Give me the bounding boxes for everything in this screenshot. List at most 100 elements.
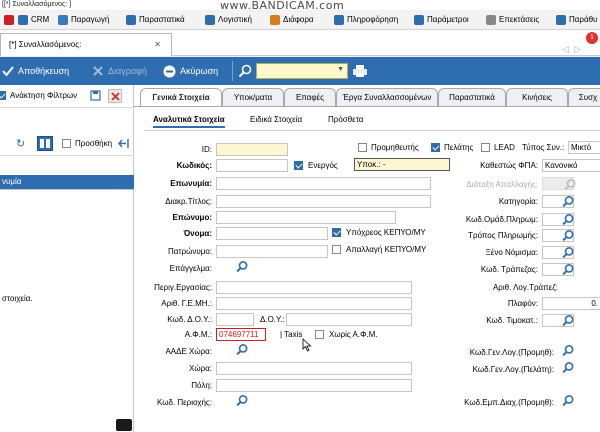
save-filter-icon[interactable]: [90, 90, 101, 101]
menu-item-info[interactable]: Πληροφόρηση: [334, 13, 398, 27]
tab-branches[interactable]: Υποκ/ματα: [222, 88, 284, 106]
gl-supplier-search-icon[interactable]: [560, 344, 576, 357]
doy-code-label: Κωδ. Δ.Ο.Υ.:: [167, 315, 212, 324]
search-icon[interactable]: [238, 64, 252, 78]
tab-general[interactable]: Γενικά Στοιχεία: [140, 88, 222, 106]
kepyo-exempt-checkbox[interactable]: [332, 245, 341, 254]
clear-filter-button[interactable]: [108, 89, 122, 103]
kepyo-subject-checkbox[interactable]: [332, 228, 341, 237]
branch-field[interactable]: Υποκ.: -: [354, 158, 450, 171]
vat-field[interactable]: Κανονικό: [542, 159, 600, 172]
tab-relations[interactable]: Συσχ: [568, 88, 600, 106]
title-label: Διακρ.Τίτλος:: [165, 197, 212, 206]
area-search-icon[interactable]: [234, 394, 250, 407]
menu-item-misc[interactable]: Διάφορα: [270, 13, 314, 27]
cancel-button[interactable]: Ακύρωση: [163, 57, 218, 85]
afm-field[interactable]: 074697711: [216, 328, 266, 341]
save-button[interactable]: Αποθήκευση: [2, 57, 69, 85]
title-field[interactable]: [216, 195, 431, 208]
active-checkbox[interactable]: [294, 161, 303, 170]
menu-item-windows[interactable]: Παράθυ: [556, 13, 597, 27]
add-checkbox[interactable]: [62, 139, 71, 148]
supplier-checkbox[interactable]: [358, 143, 367, 152]
close-icon[interactable]: ✕: [154, 34, 161, 56]
list-divider: [0, 189, 134, 190]
firstname-label: Όνομα:: [183, 229, 212, 238]
kepyo-exempt-label: Απαλλαγή ΚΕΠΥΟ/ΜΥ: [346, 245, 427, 254]
bank-search-icon[interactable]: [560, 263, 576, 276]
doy-field[interactable]: [286, 313, 412, 326]
active-label: Ενεργός: [308, 161, 338, 170]
inner-tab-analytic[interactable]: Αναλυτικά Στοιχεία: [153, 115, 225, 128]
price-search-icon[interactable]: [560, 314, 576, 327]
windows-icon: [556, 15, 566, 25]
tab-projects[interactable]: Έργα Συναλλασσομένων: [336, 88, 438, 106]
bank-account-label: Αριθ. Λογ.Τράπεζ:: [492, 283, 558, 292]
menu-item-parameters[interactable]: Παράμετροι: [414, 13, 469, 27]
collapse-panel-icon[interactable]: [118, 138, 130, 149]
menu-item-home[interactable]: [4, 13, 17, 27]
inner-tab-special[interactable]: Ειδικά Στοιχεία: [250, 115, 302, 124]
customer-checkbox[interactable]: [431, 143, 440, 152]
lead-checkbox[interactable]: [481, 143, 490, 152]
currency-search-icon[interactable]: [560, 246, 576, 259]
father-field[interactable]: [216, 245, 328, 258]
menu-item-documents[interactable]: Παραστατικά: [126, 13, 185, 27]
left-panel: Ανάκτηση Φίλτρων ↻ Προσθήκη νυμία στοιχε…: [0, 85, 134, 432]
menu-item-accounting[interactable]: Λογιστική: [205, 13, 252, 27]
tab-contacts[interactable]: Επαφές: [284, 88, 336, 106]
menu-item-crm[interactable]: CRM: [18, 13, 49, 27]
list-icon: [40, 139, 50, 148]
firstname-field[interactable]: [216, 227, 328, 240]
gemi-label: Αριθ. Γ.Ε.ΜΗ.:: [161, 299, 212, 308]
category-search-icon[interactable]: [560, 195, 576, 208]
surname-label: Επώνυμο:: [172, 213, 212, 222]
city-field[interactable]: [216, 379, 412, 392]
code-field[interactable]: [216, 159, 288, 172]
main-panel: Γενικά Στοιχεία Υποκ/ματα Επαφές Έργα Συ…: [134, 85, 600, 432]
delete-button[interactable]: Διαγραφή: [92, 57, 147, 85]
search-combo[interactable]: ▼: [256, 63, 348, 79]
gl-trade-search-icon[interactable]: [560, 394, 576, 407]
gl-customer-search-icon[interactable]: [560, 361, 576, 374]
document-tab[interactable]: [*] Συναλλασόμενος: ✕: [0, 33, 172, 56]
gemi-field[interactable]: [216, 297, 412, 310]
list-view-button[interactable]: [37, 136, 53, 151]
name-field[interactable]: [216, 177, 431, 190]
aade-search-icon[interactable]: [234, 343, 250, 356]
type-field[interactable]: Μικτό: [568, 141, 600, 154]
payment-method-search-icon[interactable]: [560, 229, 576, 242]
inner-tab-extra[interactable]: Πρόσθετα: [328, 115, 363, 124]
menu-item-production[interactable]: Παραγωγή: [58, 13, 109, 27]
list-item[interactable]: νυμία: [0, 175, 134, 189]
menu-item-extensions[interactable]: Επεκτάσεις: [486, 13, 539, 27]
lead-label: LEAD: [494, 143, 515, 152]
exempt-search-icon[interactable]: [562, 178, 578, 191]
filters-checkbox[interactable]: [0, 91, 6, 100]
inner-tab-baseline: [144, 130, 600, 131]
id-field[interactable]: [216, 143, 288, 156]
no-afm-checkbox[interactable]: [315, 330, 324, 339]
taskbar-app-icon[interactable]: [116, 419, 132, 431]
supplier-label: Προμηθευτής: [371, 143, 419, 152]
print-icon[interactable]: [352, 64, 368, 78]
gl-customer-label: Κωδ.Γεν.Λογ.(Πελάτη):: [472, 365, 554, 374]
taxis-link[interactable]: | Taxis: [280, 330, 302, 339]
profession-search-icon[interactable]: [234, 260, 250, 273]
doy-code-field[interactable]: [216, 313, 254, 326]
tab-movements[interactable]: Κινήσεις: [506, 88, 568, 106]
ceiling-field[interactable]: 0.: [542, 297, 600, 310]
doy-label: Δ.Ο.Υ.:: [260, 315, 285, 324]
tab-documents[interactable]: Παραστατικά: [438, 88, 506, 106]
add-label: Προσθήκη: [75, 139, 113, 148]
tab-scroll-left-icon[interactable]: ◁: [562, 44, 569, 55]
payment-group-search-icon[interactable]: [560, 213, 576, 226]
id-label: ID:: [201, 145, 212, 154]
afm-label: Α.Φ.Μ.:: [184, 330, 212, 339]
surname-field[interactable]: [216, 211, 396, 224]
work-field[interactable]: [216, 281, 412, 294]
notification-badge[interactable]: 1: [586, 32, 598, 44]
refresh-icon[interactable]: ↻: [16, 137, 25, 150]
tab-scroll-right-icon[interactable]: ▷: [574, 44, 581, 55]
country-field[interactable]: [216, 362, 412, 375]
